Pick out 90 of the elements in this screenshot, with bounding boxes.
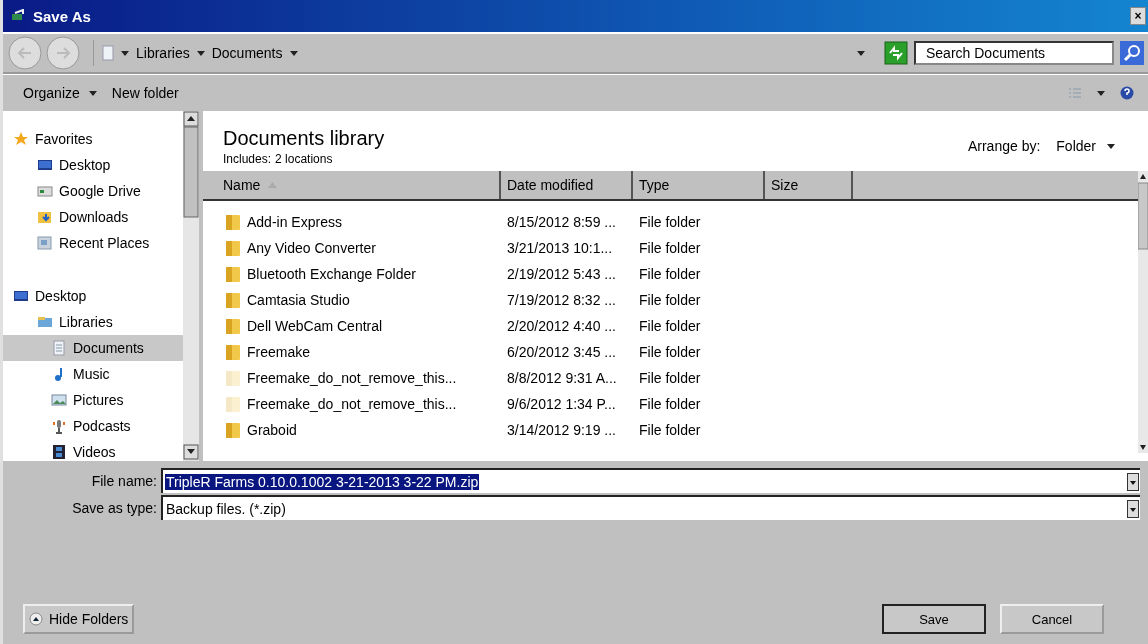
refresh-icon [884,41,908,65]
tree-item[interactable]: Documents [3,335,183,361]
tree-item[interactable]: Videos [3,439,183,465]
view-options-icon [1068,87,1082,99]
date-cell-text: 8/15/2012 8:59 ... [506,214,617,230]
organize-menu[interactable]: Organize [23,83,98,103]
type-cell-text: File folder [638,370,702,386]
file-name-cell[interactable]: Camtasia Studio [203,291,501,309]
monitor-icon [37,157,53,173]
caret-icon [87,88,98,98]
date-cell-text: 7/19/2012 8:32 ... [506,292,617,308]
window-title: Save As [33,7,91,25]
date-cell-text: 6/20/2012 3:45 ... [506,344,617,360]
tree-item[interactable]: Desktop [3,283,183,309]
download-folder-icon [37,209,53,225]
file-name-combobox[interactable]: TripleR Farms 0.10.0.1002 3-21-2013 3-22 PM.zip [161,468,1140,493]
breadcrumb[interactable]: Documents [211,45,283,61]
caret-icon [195,48,206,58]
date-cell-text: 9/6/2012 1:34 P... [506,396,617,412]
help-icon [1120,86,1134,100]
date-cell-text: 3/21/2013 10:1... [506,240,614,256]
file-name-cell[interactable]: Freemake [203,343,501,361]
document-icon [51,340,67,356]
forward-button-icon [45,35,81,71]
tree-item[interactable]: Pictures [3,387,183,413]
search-icon [1120,41,1144,65]
star-icon [13,131,29,147]
arrange-by-label: Arrange by: [967,138,1041,154]
save-as-type-dropdown[interactable]: Backup files. (*.zip) [161,495,1140,520]
file-name-cell[interactable]: Dell WebCam Central [203,317,501,335]
column-header[interactable]: Name [203,171,501,199]
file-name-cell[interactable]: Any Video Converter [203,239,501,257]
type-cell-text: File folder [638,292,702,308]
tree-item[interactable]: Favorites [3,126,183,152]
file-name-cell[interactable]: Bluetooth Exchange Folder [203,265,501,283]
save-button[interactable]: Save [882,604,986,634]
caret-icon [288,48,299,58]
type-cell-text: File folder [638,214,702,230]
collapse-icon [29,612,43,626]
file-name-cell[interactable]: Freemake_do_not_remove_this... [203,369,501,387]
tree-item[interactable]: Podcasts [3,413,183,439]
microphone-icon [51,418,67,434]
type-cell-text: File folder [638,240,702,256]
new-folder-button[interactable]: New folder [111,83,179,103]
column-header[interactable]: Type [633,171,765,199]
monitor-icon [13,288,29,304]
drive-icon [37,183,53,199]
caret-icon [856,48,866,58]
document-icon [102,45,114,61]
type-cell-text: File folder [638,422,702,438]
date-cell-text: 2/19/2012 5:43 ... [506,266,617,282]
cancel-button[interactable]: Cancel [1000,604,1104,634]
tree-item[interactable]: Google Drive [3,178,183,204]
arrange-by-dropdown[interactable]: Folder [1050,137,1122,155]
tree-item[interactable]: Recent Places [3,230,183,256]
type-cell-text: File folder [638,344,702,360]
date-cell-text: 3/14/2012 9:19 ... [506,422,617,438]
tree-item[interactable]: Desktop [3,152,183,178]
picture-icon [51,392,67,408]
breadcrumb[interactable]: Libraries [136,45,190,61]
type-cell-text: File folder [638,266,702,282]
file-name-cell[interactable]: Freemake_do_not_remove_this... [203,395,501,413]
includes-label: Includes: [223,151,272,166]
library-title: Documents library [223,126,385,150]
hide-folders-button[interactable]: Hide Folders [23,604,135,634]
library-icon [37,314,53,330]
tree-item[interactable]: Downloads [3,204,183,230]
app-icon [11,9,27,23]
file-name-cell[interactable]: Add-in Express [203,213,501,231]
back-button-icon [7,35,43,71]
tree-item[interactable]: Music [3,361,183,387]
column-header[interactable]: Date modified [501,171,633,199]
field-label: Save as type: [71,499,158,516]
date-cell-text: 2/20/2012 4:40 ... [506,318,617,334]
caret-icon [1106,141,1116,151]
type-cell-text: File folder [638,318,702,334]
film-icon [51,444,67,460]
recent-places-icon [37,235,53,251]
type-cell-text: File folder [638,396,702,412]
address-field[interactable]: Libraries Documents [93,40,874,66]
field-label: File name: [90,472,158,489]
caret-icon [1096,88,1106,98]
date-cell-text: 8/8/2012 9:31 A... [506,370,618,386]
file-name-cell[interactable]: Graboid [203,421,501,439]
caret-icon [120,48,130,58]
tree-item[interactable]: Libraries [3,309,183,335]
search-field[interactable]: Search Documents [914,41,1114,65]
locations-link[interactable]: 2 locations [275,151,333,166]
column-header[interactable]: Size [765,171,853,199]
close-button[interactable]: × [1130,7,1146,25]
